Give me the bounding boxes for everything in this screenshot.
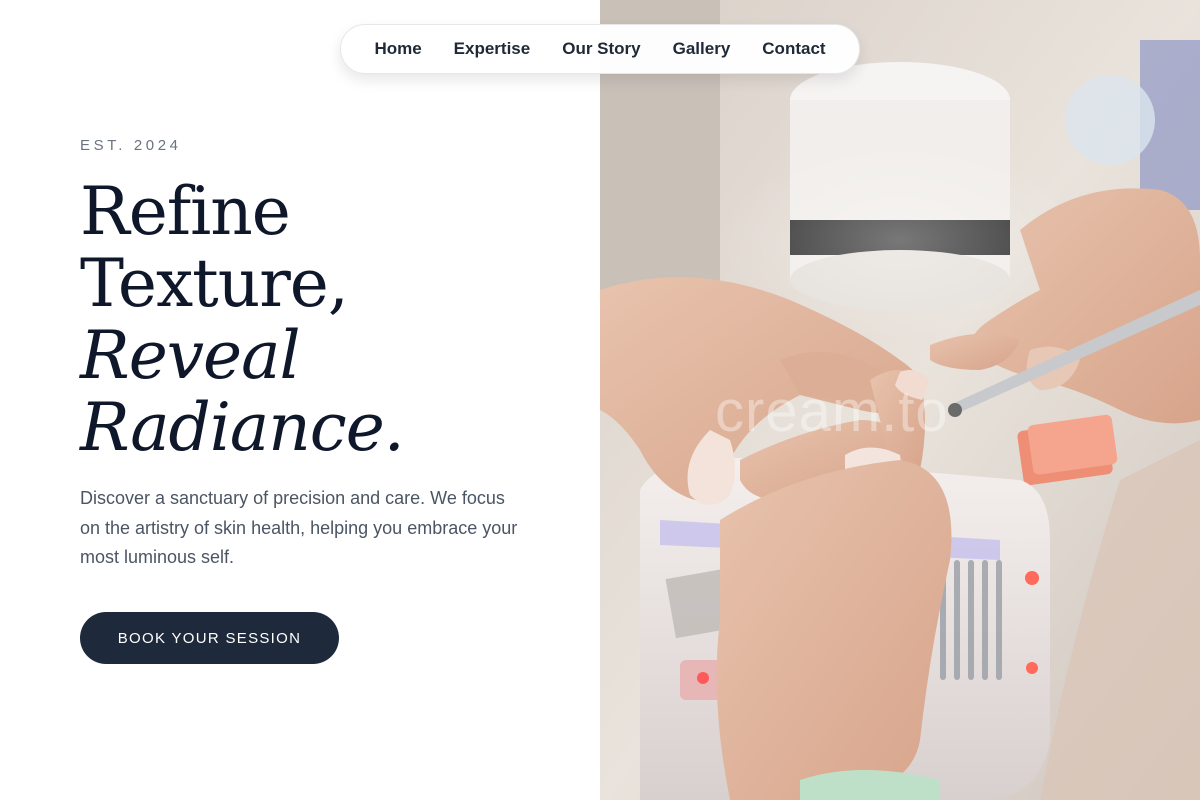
hero-description: Discover a sanctuary of precision and ca… bbox=[80, 488, 518, 567]
nav-home-link[interactable]: Home bbox=[374, 39, 421, 59]
nav-gallery-link[interactable]: Gallery bbox=[673, 39, 731, 59]
image-watermark: cream.to bbox=[715, 379, 949, 444]
main-navigation: Home Expertise Our Story Gallery Contact bbox=[340, 24, 860, 74]
hero-image: cream.to bbox=[600, 0, 1200, 800]
hero-headline: Refine Texture, Reveal Radiance. bbox=[80, 173, 405, 466]
book-session-button[interactable]: BOOK YOUR SESSION bbox=[80, 612, 339, 664]
nav-expertise-link[interactable]: Expertise bbox=[454, 39, 531, 59]
hero-content: EST. 2024 Refine Texture, Reveal Radianc… bbox=[0, 0, 600, 800]
nav-contact-link[interactable]: Contact bbox=[762, 39, 825, 59]
headline-line-3: Reveal bbox=[80, 317, 301, 394]
headline-line-4: Radiance. bbox=[80, 389, 405, 466]
established-label: EST. 2024 bbox=[80, 137, 182, 154]
landing-page: EST. 2024 Refine Texture, Reveal Radianc… bbox=[0, 0, 1200, 800]
headline-line-1: Refine bbox=[80, 173, 291, 250]
headline-line-2: Texture, bbox=[80, 245, 349, 322]
nav-our-story-link[interactable]: Our Story bbox=[562, 39, 640, 59]
